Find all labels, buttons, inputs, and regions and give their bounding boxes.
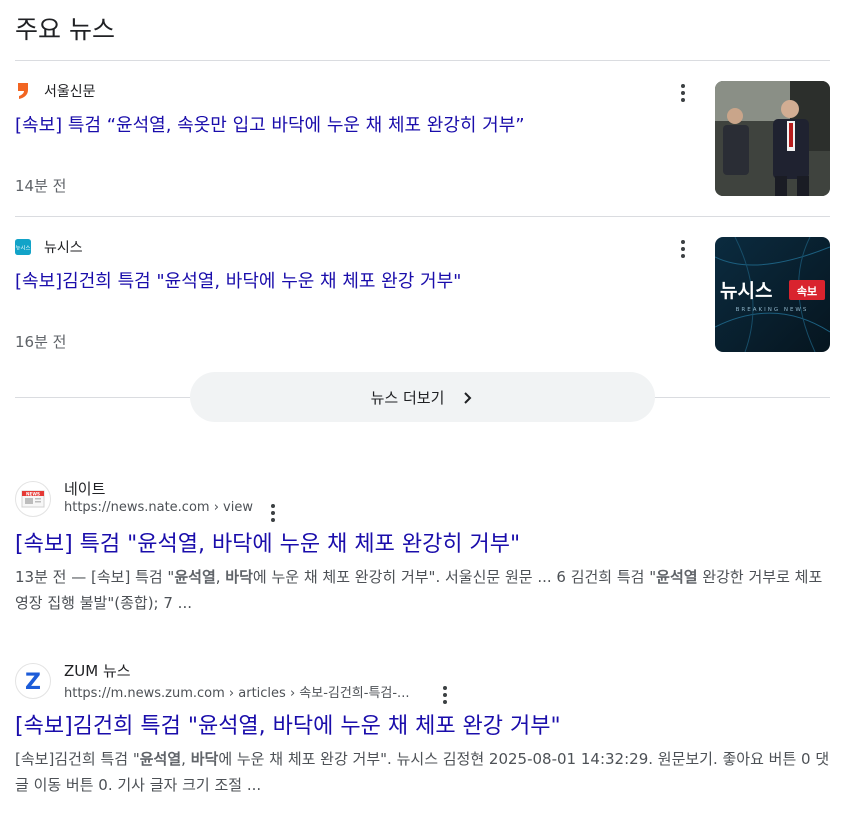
more-news-label: 뉴스 더보기 xyxy=(370,388,445,407)
news-card-seoul[interactable]: 서울신문 [속보] 특검 “윤석열, 속옷만 입고 바닥에 누운 채 체포 완강… xyxy=(15,81,830,221)
news-card-newsis[interactable]: 뉴시스 뉴시스 [속보]김건희 특검 "윤석열, 바닥에 누운 채 체포 완강 … xyxy=(15,237,830,377)
seoul-logo-icon xyxy=(15,82,31,100)
kebab-menu-icon[interactable] xyxy=(673,83,693,103)
thumb-badge: 속보 xyxy=(797,285,817,298)
site-url: https://m.news.zum.com › articles › 속보-김… xyxy=(64,686,410,701)
chevron-right-icon xyxy=(462,390,474,404)
source-name: 서울신문 xyxy=(44,84,96,100)
thumb-brand: 뉴시스 xyxy=(720,280,772,302)
news-thumbnail[interactable] xyxy=(715,81,830,196)
kebab-menu-icon[interactable] xyxy=(263,503,283,523)
divider xyxy=(15,60,830,61)
news-card-title[interactable]: [속보]김건희 특검 "윤석열, 바닥에 누운 채 체포 완강 거부" xyxy=(15,267,461,293)
source-row: 서울신문 xyxy=(15,81,96,101)
zum-favicon-text: Z xyxy=(25,670,41,695)
zum-favicon-icon: Z xyxy=(15,663,51,699)
news-thumbnail[interactable]: 뉴시스 속보 BREAKING NEWS xyxy=(715,237,830,352)
news-card-title[interactable]: [속보] 특검 “윤석열, 속옷만 입고 바닥에 누운 채 체포 완강히 거부” xyxy=(15,111,525,137)
site-row[interactable]: Z ZUM 뉴스 https://m.news.zum.com › articl… xyxy=(15,660,835,704)
nate-favicon-text: NEWS xyxy=(26,492,40,497)
search-result-zum: Z ZUM 뉴스 https://m.news.zum.com › articl… xyxy=(15,660,835,810)
newsis-logo-icon: 뉴시스 xyxy=(15,238,31,256)
nate-favicon-icon: NEWS xyxy=(15,481,51,517)
newsis-logo-text: 뉴시스 xyxy=(16,245,31,252)
more-news-button[interactable]: 뉴스 더보기 xyxy=(190,372,655,422)
source-name: 뉴시스 xyxy=(44,240,83,256)
search-result-nate: NEWS 네이트 https://news.nate.com › view [속… xyxy=(15,478,835,628)
result-title[interactable]: [속보] 특검 "윤석열, 바닥에 누운 채 체포 완강히 거부" xyxy=(15,526,520,558)
source-row: 뉴시스 뉴시스 xyxy=(15,237,83,257)
top-news-heading: 주요 뉴스 xyxy=(15,15,115,44)
site-name: ZUM 뉴스 xyxy=(64,662,131,680)
site-url: https://news.nate.com › view xyxy=(64,500,253,515)
result-snippet: [속보]김건희 특검 "윤석열, 바닥에 누운 채 체포 완강 거부". 뉴시스… xyxy=(15,750,830,794)
site-row[interactable]: NEWS 네이트 https://news.nate.com › view xyxy=(15,478,835,522)
kebab-menu-icon[interactable] xyxy=(673,239,693,259)
site-name: 네이트 xyxy=(64,480,106,498)
news-card-time: 16분 전 xyxy=(15,333,67,351)
divider xyxy=(15,216,830,217)
result-title[interactable]: [속보]김건희 특검 "윤석열, 바닥에 누운 채 체포 완강 거부" xyxy=(15,708,561,740)
news-card-time: 14분 전 xyxy=(15,177,67,195)
result-snippet: 13분 전 — [속보] 특검 "윤석열, 바닥에 누운 채 체포 완강히 거부… xyxy=(15,568,823,612)
thumb-sub: BREAKING NEWS xyxy=(736,307,809,313)
kebab-menu-icon[interactable] xyxy=(435,685,455,705)
